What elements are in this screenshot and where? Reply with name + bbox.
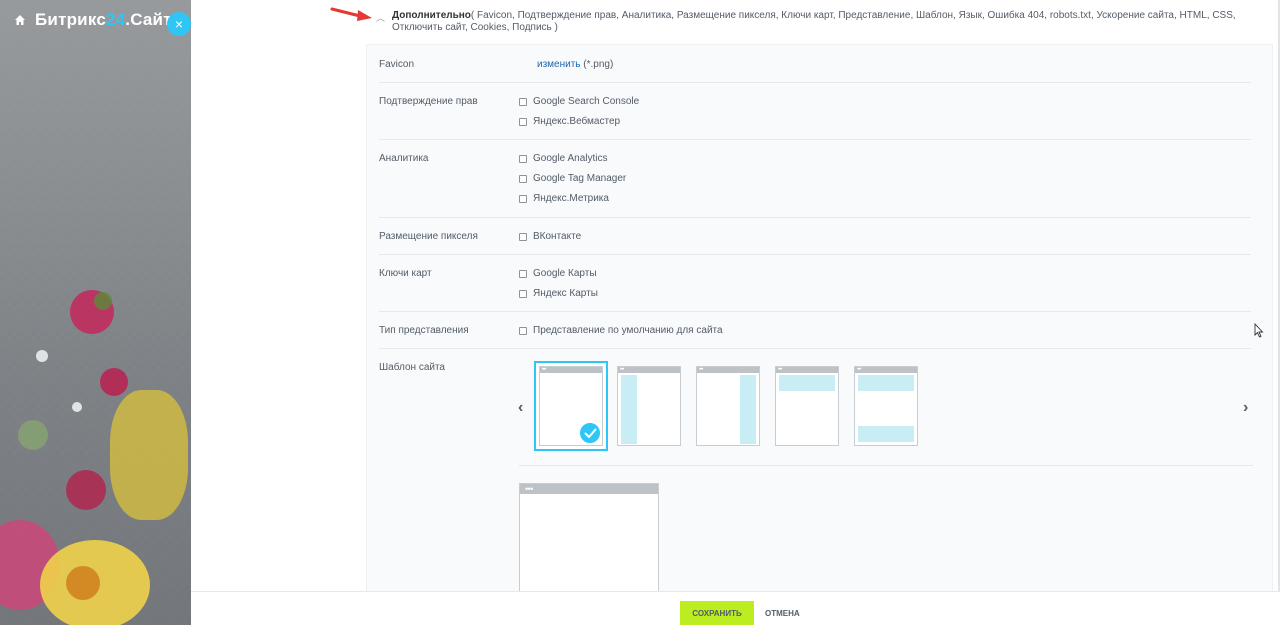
chevron-left-icon[interactable]: ‹ [518,399,523,417]
favicon-change: изменить (*.png) [537,59,613,70]
advanced-form: Favicon изменить (*.png) Подтверждение п… [366,44,1273,593]
option-google-maps[interactable]: Google Карты [519,268,597,279]
flower-decoration [100,368,128,396]
template-preview: ••• [519,483,659,593]
template-label: Шаблон сайта [379,362,445,373]
template-option-header[interactable]: ••• [775,366,839,446]
checkbox[interactable] [519,194,527,203]
favicon-label: Favicon [379,59,415,70]
row-view-type: Тип представления Представление по умолч… [379,312,1251,349]
template-option-blank[interactable]: ••• [534,361,608,451]
divider [519,465,1253,466]
template-option-right-sidebar[interactable]: ••• [696,366,760,446]
option-yandex-webmaster[interactable]: Яндекс.Вебмастер [519,116,620,127]
backdrop [0,0,191,625]
analytics-label: Аналитика [379,153,429,164]
checkbox[interactable] [519,117,527,126]
flower-decoration [18,420,48,450]
option-yandex-maps[interactable]: Яндекс Карты [519,288,598,299]
home-icon[interactable] [14,14,27,27]
check-icon [578,421,602,445]
option-yandex-metrika[interactable]: Яндекс.Метрика [519,193,609,204]
checkbox[interactable] [519,326,527,335]
option-google-search-console[interactable]: Google Search Console [519,96,639,107]
row-rights-verification: Подтверждение прав Google Search Console… [379,83,1251,140]
maps-label: Ключи карт [379,268,432,279]
flower-decoration [94,292,112,310]
option-google-analytics[interactable]: Google Analytics [519,153,608,164]
flower-decoration [66,566,100,600]
checkbox[interactable] [519,174,527,183]
app-logo[interactable]: Битрикс24.Сайты [14,10,186,30]
pixel-label: Размещение пикселя [379,231,478,242]
chevron-up-icon[interactable]: ︿ [376,11,385,24]
row-analytics: Аналитика Google Analytics Google Tag Ma… [379,140,1251,218]
option-default-view[interactable]: Представление по умолчанию для сайта [519,325,723,336]
flower-decoration [36,350,48,362]
template-option-left-sidebar[interactable]: ••• [617,366,681,446]
checkbox[interactable] [519,97,527,106]
app-title: Битрикс24.Сайты [35,10,187,29]
save-button[interactable]: СОХРАНИТЬ [680,601,754,625]
row-favicon: Favicon изменить (*.png) [379,45,1251,83]
option-google-tag-manager[interactable]: Google Tag Manager [519,173,626,184]
row-map-keys: Ключи карт Google Карты Яндекс Карты [379,255,1251,312]
mouse-cursor-icon [1254,323,1264,338]
template-option-header-footer[interactable]: ••• [854,366,918,446]
checkbox[interactable] [519,269,527,278]
rights-label: Подтверждение прав [379,96,478,107]
option-vkontakte[interactable]: ВКонтакте [519,231,581,242]
favicon-hint: (*.png) [580,59,614,70]
flower-decoration [72,402,82,412]
row-pixel: Размещение пикселя ВКонтакте [379,218,1251,255]
footer-bar: СОХРАНИТЬ ОТМЕНА [191,591,1280,625]
flower-decoration [110,390,188,520]
advanced-title[interactable]: Дополнительно [392,10,471,21]
annotation-arrow-icon [330,7,372,21]
close-button[interactable]: × [167,12,191,36]
chevron-right-icon[interactable]: › [1243,399,1248,417]
checkbox[interactable] [519,154,527,163]
advanced-summary: ( Favicon, Подтверждение прав, Аналитика… [392,10,1236,33]
favicon-change-link[interactable]: изменить [537,59,581,70]
cancel-button[interactable]: ОТМЕНА [765,601,800,625]
checkbox[interactable] [519,232,527,241]
flower-decoration [66,470,106,510]
advanced-section-title[interactable]: Дополнительно( Favicon, Подтверждение пр… [392,10,1242,34]
close-icon[interactable]: × [175,16,183,32]
view-label: Тип представления [379,325,469,336]
checkbox[interactable] [519,289,527,298]
